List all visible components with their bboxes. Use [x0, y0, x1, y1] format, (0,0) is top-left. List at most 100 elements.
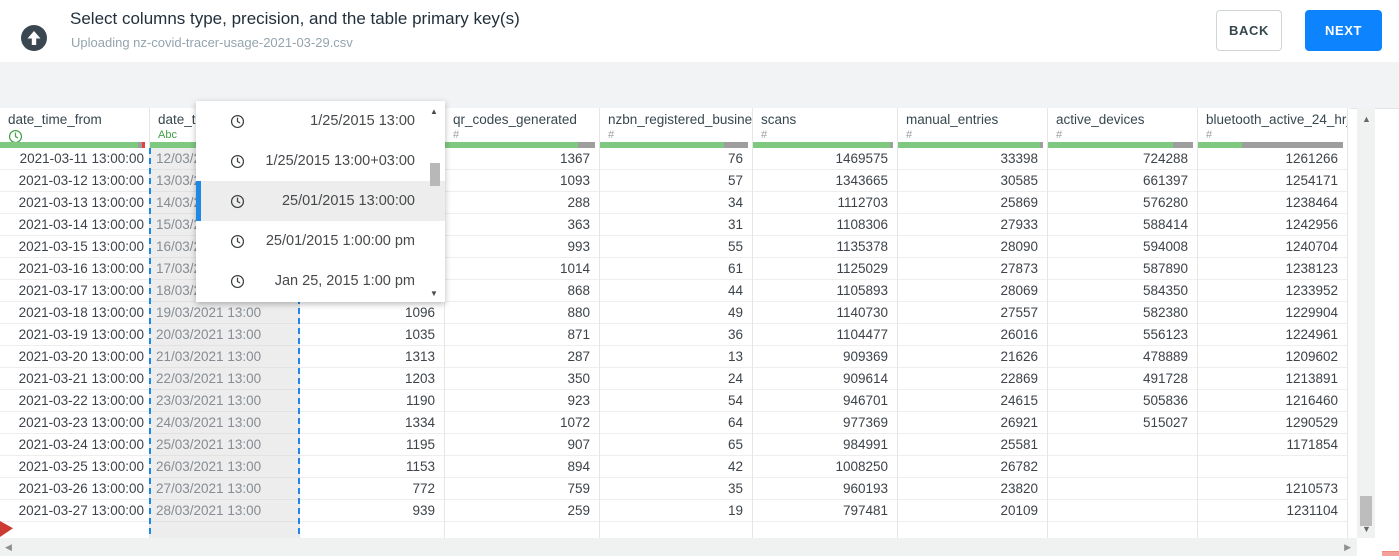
table-cell[interactable]: 1313 — [300, 346, 444, 368]
date-format-option[interactable]: 25/01/2015 1:00:00 pm — [196, 221, 445, 261]
table-cell[interactable] — [1198, 456, 1347, 478]
table-cell[interactable]: 33398 — [898, 148, 1047, 170]
column-header[interactable]: manual_entries # — [898, 108, 1047, 142]
table-cell[interactable]: 64 — [600, 412, 752, 434]
table-cell[interactable]: 871 — [445, 324, 599, 346]
table-cell[interactable]: 1224961 — [1198, 324, 1347, 346]
table-cell[interactable]: 57 — [600, 170, 752, 192]
table-cell[interactable]: 2021-03-21 13:00:00 — [0, 368, 149, 390]
table-cell[interactable]: 2021-03-25 13:00:00 — [0, 456, 149, 478]
table-cell[interactable]: 478889 — [1048, 346, 1197, 368]
table-cell[interactable]: 1469575 — [753, 148, 897, 170]
table-cell[interactable]: 288 — [445, 192, 599, 214]
table-cell[interactable]: 1140730 — [753, 302, 897, 324]
table-cell[interactable]: 939 — [300, 500, 444, 522]
table-cell[interactable]: 1104477 — [753, 324, 897, 346]
table-cell[interactable]: 54 — [600, 390, 752, 412]
table-cell[interactable]: 25581 — [898, 434, 1047, 456]
table-cell[interactable]: 350 — [445, 368, 599, 390]
date-format-option[interactable]: 1/25/2015 13:00 — [196, 101, 445, 141]
table-cell[interactable]: 2021-03-17 13:00:00 — [0, 280, 149, 302]
table-cell[interactable]: 1072 — [445, 412, 599, 434]
table-cell[interactable]: 1367 — [445, 148, 599, 170]
table-cell[interactable]: 49 — [600, 302, 752, 324]
table-cell[interactable] — [445, 522, 599, 538]
table-cell[interactable]: 946701 — [753, 390, 897, 412]
table-cell[interactable]: 2021-03-20 13:00:00 — [0, 346, 149, 368]
table-cell[interactable]: 2021-03-15 13:00:00 — [0, 236, 149, 258]
table-cell[interactable]: 1093 — [445, 170, 599, 192]
table-cell[interactable]: 26782 — [898, 456, 1047, 478]
table-cell[interactable]: 594008 — [1048, 236, 1197, 258]
table-cell[interactable]: 1231104 — [1198, 500, 1347, 522]
table-cell[interactable]: 22/03/2021 13:00 — [150, 368, 299, 390]
table-cell[interactable]: 19 — [600, 500, 752, 522]
table-cell[interactable] — [300, 522, 444, 538]
table-cell[interactable]: 23820 — [898, 478, 1047, 500]
scroll-down-icon[interactable]: ▼ — [1362, 524, 1371, 534]
next-button[interactable]: NEXT — [1305, 10, 1382, 51]
table-cell[interactable]: 2021-03-16 13:00:00 — [0, 258, 149, 280]
table-cell[interactable]: 1171854 — [1198, 434, 1347, 456]
table-cell[interactable]: 20/03/2021 13:00 — [150, 324, 299, 346]
table-cell[interactable]: 880 — [445, 302, 599, 324]
date-format-option[interactable]: 1/25/2015 13:00+03:00 — [196, 141, 445, 181]
table-cell[interactable]: 55 — [600, 236, 752, 258]
scroll-right-icon[interactable]: ▶ — [1344, 542, 1351, 553]
table-cell[interactable]: 2021-03-14 13:00:00 — [0, 214, 149, 236]
table-cell[interactable]: 894 — [445, 456, 599, 478]
table-cell[interactable]: 2021-03-26 13:00:00 — [0, 478, 149, 500]
table-cell[interactable]: 20109 — [898, 500, 1047, 522]
table-cell[interactable]: 588414 — [1048, 214, 1197, 236]
table-cell[interactable]: 2021-03-11 13:00:00 — [0, 148, 149, 170]
table-cell[interactable]: 22869 — [898, 368, 1047, 390]
table-cell[interactable]: 909369 — [753, 346, 897, 368]
table-cell[interactable]: 65 — [600, 434, 752, 456]
table-cell[interactable]: 1209602 — [1198, 346, 1347, 368]
table-cell[interactable]: 19/03/2021 13:00 — [150, 302, 299, 324]
table-cell[interactable] — [898, 522, 1047, 538]
dropdown-scroll-thumb[interactable] — [430, 163, 440, 186]
table-cell[interactable]: 2021-03-19 13:00:00 — [0, 324, 149, 346]
back-button[interactable]: BACK — [1216, 10, 1282, 51]
table-cell[interactable]: 27/03/2021 13:00 — [150, 478, 299, 500]
table-cell[interactable] — [1048, 522, 1197, 538]
table-cell[interactable]: 556123 — [1048, 324, 1197, 346]
table-cell[interactable]: 505836 — [1048, 390, 1197, 412]
dropdown-scrollbar[interactable]: ▲ ▼ — [427, 101, 443, 302]
table-cell[interactable]: 1290529 — [1198, 412, 1347, 434]
table-cell[interactable]: 259 — [445, 500, 599, 522]
table-cell[interactable]: 24615 — [898, 390, 1047, 412]
table-cell[interactable]: 23/03/2021 13:00 — [150, 390, 299, 412]
table-cell[interactable] — [1048, 500, 1197, 522]
table-cell[interactable]: 1254171 — [1198, 170, 1347, 192]
table-cell[interactable]: 576280 — [1048, 192, 1197, 214]
table-cell[interactable]: 24 — [600, 368, 752, 390]
table-cell[interactable]: 363 — [445, 214, 599, 236]
table-cell[interactable]: 13 — [600, 346, 752, 368]
table-cell[interactable]: 1096 — [300, 302, 444, 324]
table-cell[interactable]: 1014 — [445, 258, 599, 280]
table-cell[interactable]: 1210573 — [1198, 478, 1347, 500]
table-cell[interactable]: 1125029 — [753, 258, 897, 280]
table-cell[interactable] — [150, 522, 299, 538]
table-cell[interactable]: 2021-03-27 13:00:00 — [0, 500, 149, 522]
table-cell[interactable] — [0, 522, 149, 538]
table-cell[interactable] — [1198, 522, 1347, 538]
table-cell[interactable]: 1105893 — [753, 280, 897, 302]
table-cell[interactable]: 28069 — [898, 280, 1047, 302]
table-cell[interactable] — [1048, 456, 1197, 478]
table-cell[interactable]: 993 — [445, 236, 599, 258]
table-cell[interactable]: 28/03/2021 13:00 — [150, 500, 299, 522]
table-cell[interactable]: 2021-03-13 13:00:00 — [0, 192, 149, 214]
table-cell[interactable]: 1261266 — [1198, 148, 1347, 170]
table-cell[interactable] — [1048, 478, 1197, 500]
table-cell[interactable]: 724288 — [1048, 148, 1197, 170]
table-cell[interactable]: 1035 — [300, 324, 444, 346]
table-cell[interactable] — [600, 522, 752, 538]
table-cell[interactable]: 2021-03-12 13:00:00 — [0, 170, 149, 192]
table-cell[interactable]: 1190 — [300, 390, 444, 412]
table-cell[interactable]: 34 — [600, 192, 752, 214]
table-cell[interactable]: 24/03/2021 13:00 — [150, 412, 299, 434]
table-cell[interactable]: 923 — [445, 390, 599, 412]
